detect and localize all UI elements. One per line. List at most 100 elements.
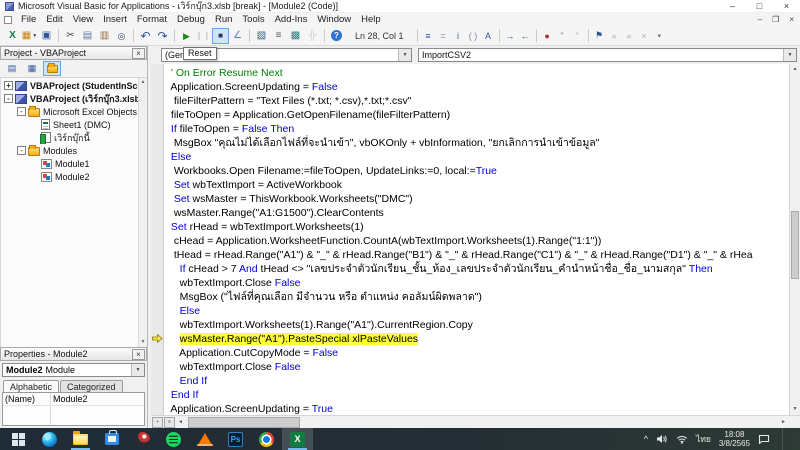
properties-window-button[interactable]: ≡ <box>270 28 287 44</box>
spotify-taskbar-icon[interactable] <box>158 428 189 450</box>
procedure-dropdown-icon[interactable]: ▼ <box>783 49 796 61</box>
code-editor[interactable]: ' On Error Resume Next Application.Scree… <box>164 64 789 415</box>
collapse-icon[interactable]: - <box>17 107 26 116</box>
scroll-up-icon[interactable]: ▲ <box>139 78 147 87</box>
properties-object-combo[interactable]: Module2 Module ▼ <box>2 363 145 377</box>
tab-categorized[interactable]: Categorized <box>60 380 123 392</box>
outdent-button[interactable]: ← <box>518 29 533 43</box>
property-row[interactable]: (Name)Module2 <box>3 393 144 406</box>
volume-icon[interactable] <box>656 434 668 444</box>
find-button[interactable]: ◎ <box>113 28 130 44</box>
object-browser-button[interactable]: ▩ <box>287 28 304 44</box>
tree-item-project[interactable]: -VBAProject (เวิร์กบุ๊ก3.xlsb) <box>1 92 138 105</box>
full-module-view-button[interactable]: ≡ <box>164 417 175 428</box>
tree-item-sheet[interactable]: Sheet1 (DMC) <box>1 118 138 131</box>
run-sub-button[interactable]: ▶ <box>178 28 195 44</box>
menu-view[interactable]: View <box>68 13 98 26</box>
mdi-close-icon[interactable]: × <box>789 14 794 25</box>
vlc-taskbar-icon[interactable] <box>189 428 220 450</box>
expand-icon[interactable]: + <box>4 81 13 90</box>
list-properties-button[interactable]: ≡ <box>421 29 436 43</box>
break-button[interactable]: ❙❙ <box>195 28 212 44</box>
code-horizontal-scrollbar[interactable]: ▪ ≡ ◄ ► <box>151 415 800 428</box>
excel-taskbar-icon[interactable]: X <box>282 428 313 450</box>
tree-item-project[interactable]: +VBAProject (StudentInSchoolLis <box>1 79 138 92</box>
tree-item-module[interactable]: Module2 <box>1 170 138 183</box>
scroll-left-icon[interactable]: ◄ <box>175 417 186 428</box>
chrome-taskbar-icon[interactable] <box>251 428 282 450</box>
tree-item-folder[interactable]: -Modules <box>1 144 138 157</box>
tree-item-folder[interactable]: -Microsoft Excel Objects <box>1 105 138 118</box>
parameter-info-button[interactable]: ( ) <box>466 29 481 43</box>
comment-block-button[interactable]: '' <box>555 29 570 43</box>
copy-button[interactable]: ▤ <box>79 28 96 44</box>
action-center-icon[interactable] <box>758 434 770 444</box>
toggle-bookmark-button[interactable]: ⚑ <box>592 29 607 43</box>
undo-button[interactable]: ↶ <box>137 28 154 44</box>
save-button[interactable]: ▣ <box>38 28 55 44</box>
project-explorer-button[interactable]: ▧ <box>253 28 270 44</box>
procedure-view-button[interactable]: ▪ <box>152 417 163 428</box>
microsoft-store-taskbar-icon[interactable] <box>96 428 127 450</box>
grid-column-divider[interactable] <box>50 393 51 425</box>
uncomment-block-button[interactable]: '' <box>570 29 585 43</box>
code-vertical-scrollbar[interactable]: ▲ ▼ <box>789 64 800 415</box>
procedure-dropdown[interactable]: ImportCSV2 ▼ <box>418 48 797 62</box>
insert-userform-button[interactable]: ▦▼ <box>21 28 38 44</box>
clock[interactable]: 18:08 3/8/2565 <box>719 430 750 448</box>
toolbox-button[interactable]: ╬ <box>304 28 321 44</box>
file-explorer-taskbar-icon[interactable] <box>65 428 96 450</box>
properties-panel-close-icon[interactable]: × <box>132 349 145 360</box>
minimize-icon[interactable]: – <box>719 0 746 13</box>
toolbar-options-chevron-icon[interactable]: ▾ <box>658 32 662 40</box>
dropdown-arrow-icon[interactable]: ▼ <box>32 33 37 39</box>
object-dropdown-icon[interactable]: ▼ <box>398 49 411 61</box>
view-object-button[interactable]: ▦ <box>23 61 41 76</box>
menu-debug[interactable]: Debug <box>172 13 210 26</box>
project-tree-scrollbar[interactable]: ▲ ▼ <box>138 78 147 347</box>
view-microsoft-excel-button[interactable]: X <box>4 28 21 44</box>
design-mode-button[interactable]: ∠ <box>229 28 246 44</box>
start-taskbar-icon[interactable] <box>3 428 34 450</box>
property-value[interactable]: Module2 <box>50 393 144 405</box>
menu-file[interactable]: File <box>16 13 41 26</box>
menu-window[interactable]: Window <box>312 13 356 26</box>
previous-bookmark-button[interactable]: « <box>622 29 637 43</box>
next-bookmark-button[interactable]: » <box>607 29 622 43</box>
tree-item-workbook[interactable]: เวิร์กบุ๊กนี้ <box>1 131 138 144</box>
quick-info-button[interactable]: i <box>451 29 466 43</box>
redo-button[interactable]: ↷ <box>154 28 171 44</box>
maximize-icon[interactable]: □ <box>746 0 773 13</box>
collapse-icon[interactable]: - <box>17 146 26 155</box>
collapse-icon[interactable]: - <box>4 94 13 103</box>
toggle-breakpoint-button[interactable]: ● <box>540 29 555 43</box>
combo-dropdown-icon[interactable]: ▼ <box>131 364 144 376</box>
cut-button[interactable]: ✂ <box>62 28 79 44</box>
tray-chevron-icon[interactable]: ^ <box>644 434 648 444</box>
menu-edit[interactable]: Edit <box>41 13 67 26</box>
tree-item-module[interactable]: Module1 <box>1 157 138 170</box>
photoshop-taskbar-icon[interactable]: Ps <box>220 428 251 450</box>
scroll-up-icon[interactable]: ▲ <box>790 64 800 75</box>
horizontal-scroll-track[interactable] <box>186 417 778 428</box>
menu-help[interactable]: Help <box>356 13 386 26</box>
project-panel-close-icon[interactable]: × <box>132 48 145 59</box>
help-button[interactable]: ? <box>328 28 345 44</box>
toggle-folders-button[interactable] <box>43 61 61 76</box>
scroll-right-icon[interactable]: ► <box>778 417 789 428</box>
paste-button[interactable]: ▥ <box>96 28 113 44</box>
list-constants-button[interactable]: = <box>436 29 451 43</box>
complete-word-button[interactable]: A <box>481 29 496 43</box>
mdi-restore-icon[interactable]: ❐ <box>772 14 779 25</box>
horizontal-scroll-thumb[interactable] <box>188 417 300 428</box>
show-desktop-button[interactable] <box>782 428 786 450</box>
vertical-scroll-thumb[interactable] <box>791 211 799 279</box>
menu-format[interactable]: Format <box>132 13 172 26</box>
scroll-down-icon[interactable]: ▼ <box>790 404 800 415</box>
close-icon[interactable]: × <box>773 0 800 13</box>
wifi-icon[interactable] <box>676 435 688 444</box>
reset-button[interactable]: ■ <box>212 28 229 44</box>
menu-run[interactable]: Run <box>210 13 237 26</box>
menu-insert[interactable]: Insert <box>98 13 132 26</box>
edge-taskbar-icon[interactable] <box>34 428 65 450</box>
